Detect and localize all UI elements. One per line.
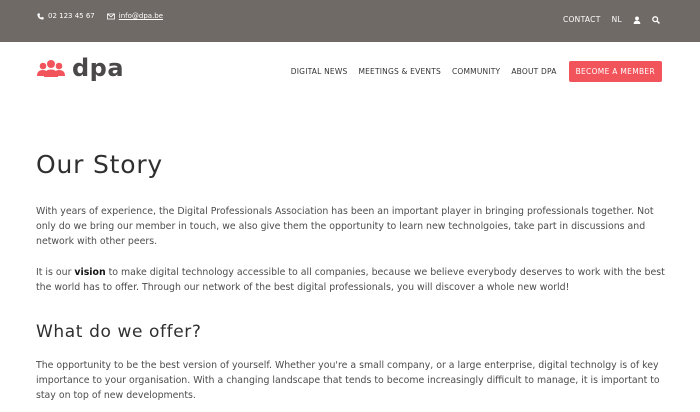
main-content: Our Story With years of experience, the … — [36, 150, 668, 401]
nav-community[interactable]: COMMUNITY — [452, 67, 500, 76]
nav-digital-news[interactable]: DIGITAL NEWS — [291, 67, 348, 76]
phone-link[interactable]: 02 123 45 67 — [37, 12, 95, 20]
envelope-icon — [106, 13, 115, 19]
vision-keyword: vision — [74, 267, 106, 278]
contact-info: 02 123 45 67 info@dpa.be — [37, 12, 175, 20]
contact-link[interactable]: CONTACT — [563, 15, 601, 24]
user-icon — [633, 15, 641, 24]
vision-text-after: to make digital technology accessible to… — [36, 267, 665, 293]
email-address: info@dpa.be — [118, 12, 164, 20]
account-button[interactable] — [633, 15, 641, 24]
logo-text: dpa — [72, 54, 125, 82]
offer-paragraph: The opportunity to be the best version o… — [36, 360, 660, 401]
nav-about-dpa[interactable]: ABOUT DPA — [511, 67, 556, 76]
page-title: Our Story — [36, 150, 163, 179]
language-switch[interactable]: NL — [612, 15, 622, 24]
main-header: dpa DIGITAL NEWS MEETINGS & EVENTS COMMU… — [0, 42, 700, 100]
people-logo-icon — [37, 60, 65, 77]
vision-paragraph: It is our vision to make digital technol… — [36, 265, 668, 295]
search-icon — [652, 15, 660, 24]
vision-text-before: It is our — [36, 267, 75, 278]
phone-number: 02 123 45 67 — [48, 12, 95, 20]
phone-icon — [37, 12, 44, 20]
utility-nav: CONTACT NL — [552, 15, 660, 24]
logo[interactable]: dpa — [36, 56, 124, 80]
search-button[interactable] — [652, 15, 660, 24]
main-nav: DIGITAL NEWS MEETINGS & EVENTS COMMUNITY… — [280, 61, 662, 82]
nav-meetings-events[interactable]: MEETINGS & EVENTS — [358, 67, 441, 76]
email-link[interactable]: info@dpa.be — [106, 12, 164, 20]
section-heading: What do we offer? — [36, 322, 202, 342]
intro-paragraph: With years of experience, the Digital Pr… — [36, 206, 654, 247]
become-member-button[interactable]: BECOME A MEMBER — [568, 61, 662, 82]
top-bar: 02 123 45 67 info@dpa.be CONTACT NL — [0, 0, 700, 42]
